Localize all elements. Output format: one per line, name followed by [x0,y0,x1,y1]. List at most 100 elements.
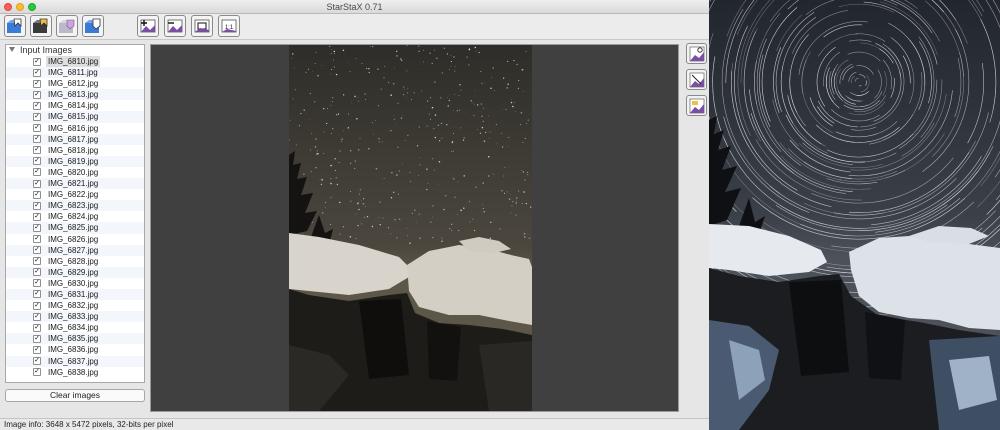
file-name: IMG_6823.jpg [48,201,99,211]
file-checkbox[interactable]: ✓ [33,357,41,366]
file-checkbox[interactable]: ✓ [33,323,41,332]
file-list-item[interactable]: ✓ IMG_6810.jpg [6,56,144,68]
file-list-item[interactable]: ✓ IMG_6814.jpg [6,100,144,111]
file-checkbox[interactable]: ✓ [33,135,41,144]
file-list-item[interactable]: ✓ IMG_6822.jpg [6,189,144,200]
file-name: IMG_6834.jpg [48,323,99,333]
file-name: IMG_6817.jpg [48,134,99,144]
file-list-item[interactable]: ✓ IMG_6833.jpg [6,311,144,323]
status-bar: Image info: 3648 x 5472 pixels, 32-bits … [0,418,709,430]
file-list-item[interactable]: ✓ IMG_6831.jpg [6,288,144,301]
gap-filling-icon [689,72,704,87]
file-list-item[interactable]: ✓ IMG_6824.jpg [6,211,144,222]
file-list-item[interactable]: ✓ IMG_6823.jpg [6,200,144,212]
preferences-icon [194,19,210,33]
stop-button[interactable] [164,15,186,37]
input-images-panel[interactable]: Input Images ✓ IMG_6810.jpg ✓ IMG_6811.jpg ✓… [5,44,145,383]
file-checkbox[interactable]: ✓ [33,368,41,377]
file-checkbox[interactable]: ✓ [33,168,41,177]
star-trail-result-image [709,0,1000,430]
file-checkbox[interactable]: ✓ [33,212,41,221]
file-checkbox[interactable]: ✓ [33,235,41,243]
zoom-fit-button[interactable]: 1:1 [218,15,240,37]
input-images-label: Input Images [20,45,73,55]
open-images-button[interactable] [4,15,26,37]
file-list-item[interactable]: ✓ IMG_6819.jpg [6,155,144,167]
file-list-item[interactable]: ✓ IMG_6826.jpg [6,234,144,245]
file-name: IMG_6821.jpg [48,179,99,189]
save-image-button[interactable] [56,15,78,37]
file-checkbox[interactable]: ✓ [33,68,41,77]
preview-image [289,45,532,411]
file-list-item[interactable]: ✓ IMG_6818.jpg [6,145,144,156]
file-name: IMG_6814.jpg [48,101,99,111]
file-list-item[interactable]: ✓ IMG_6838.jpg [6,367,144,378]
file-list-item[interactable]: ✓ IMG_6812.jpg [6,78,144,89]
save-as-icon [85,18,101,33]
file-list-item[interactable]: ✓ IMG_6821.jpg [6,178,144,190]
file-checkbox[interactable]: ✓ [33,334,41,343]
clear-images-button[interactable]: Clear images [5,389,145,402]
start-blending-icon [140,19,156,33]
file-checkbox[interactable]: ✓ [33,101,41,110]
file-list-item[interactable]: ✓ IMG_6837.jpg [6,355,144,367]
file-list-item[interactable]: ✓ IMG_6832.jpg [6,300,144,311]
file-list: ✓ IMG_6810.jpg ✓ IMG_6811.jpg ✓ IMG_6812.jpg ✓… [6,56,144,378]
file-name: IMG_6833.jpg [48,312,99,322]
preferences-button[interactable] [191,15,213,37]
dark-frame-button[interactable] [686,95,707,116]
open-darks-button[interactable] [30,15,52,37]
file-list-item[interactable]: ✓ IMG_6834.jpg [6,322,144,333]
file-list-item[interactable]: ✓ IMG_6830.jpg [6,278,144,289]
file-checkbox[interactable]: ✓ [33,301,41,310]
file-list-item[interactable]: ✓ IMG_6817.jpg [6,133,144,145]
file-name: IMG_6811.jpg [48,68,98,78]
file-list-item[interactable]: ✓ IMG_6811.jpg [6,67,144,79]
file-name: IMG_6832.jpg [48,301,99,311]
file-name: IMG_6828.jpg [48,256,99,266]
file-list-item[interactable]: ✓ IMG_6829.jpg [6,266,144,278]
file-checkbox[interactable]: ✓ [33,268,41,277]
gap-filling-button[interactable] [686,69,707,90]
file-checkbox[interactable]: ✓ [33,112,41,121]
file-checkbox[interactable]: ✓ [33,279,41,288]
file-checkbox[interactable]: ✓ [33,57,41,66]
file-list-item[interactable]: ✓ IMG_6836.jpg [6,344,144,355]
save-as-button[interactable] [82,15,104,37]
file-name: IMG_6825.jpg [48,223,99,233]
file-checkbox[interactable]: ✓ [33,290,41,299]
file-checkbox[interactable]: ✓ [33,201,41,210]
app-window: StarStaX 0.71 1:1 Input Images ✓ IMG_681… [0,0,709,430]
file-name: IMG_6810.jpg [46,56,101,68]
title-bar: StarStaX 0.71 [0,0,709,14]
file-checkbox[interactable]: ✓ [33,257,41,266]
file-list-item[interactable]: ✓ IMG_6825.jpg [6,222,144,234]
file-list-item[interactable]: ✓ IMG_6813.jpg [6,89,144,101]
file-list-item[interactable]: ✓ IMG_6816.jpg [6,123,144,134]
stop-icon [167,19,183,33]
start-blending-button[interactable] [137,15,159,37]
file-checkbox[interactable]: ✓ [33,79,41,88]
file-checkbox[interactable]: ✓ [33,179,41,188]
file-list-item[interactable]: ✓ IMG_6835.jpg [6,333,144,345]
file-checkbox[interactable]: ✓ [33,223,41,232]
file-list-item[interactable]: ✓ IMG_6828.jpg [6,256,144,267]
file-list-item[interactable]: ✓ IMG_6815.jpg [6,111,144,123]
file-checkbox[interactable]: ✓ [33,246,41,255]
input-images-header[interactable]: Input Images [6,45,144,56]
file-name: IMG_6816.jpg [48,123,99,133]
blend-mode-button[interactable] [686,43,707,64]
file-checkbox[interactable]: ✓ [33,312,41,321]
file-checkbox[interactable]: ✓ [33,90,41,99]
file-list-item[interactable]: ✓ IMG_6820.jpg [6,167,144,178]
file-name: IMG_6836.jpg [48,345,99,355]
file-checkbox[interactable]: ✓ [33,146,41,155]
file-checkbox[interactable]: ✓ [33,124,41,133]
file-name: IMG_6838.jpg [48,367,99,377]
file-list-item[interactable]: ✓ IMG_6827.jpg [6,244,144,256]
file-checkbox[interactable]: ✓ [33,345,41,354]
file-checkbox[interactable]: ✓ [33,190,41,199]
file-checkbox[interactable]: ✓ [33,157,41,166]
open-darks-icon [33,18,48,33]
disclosure-triangle-icon[interactable] [9,47,15,52]
